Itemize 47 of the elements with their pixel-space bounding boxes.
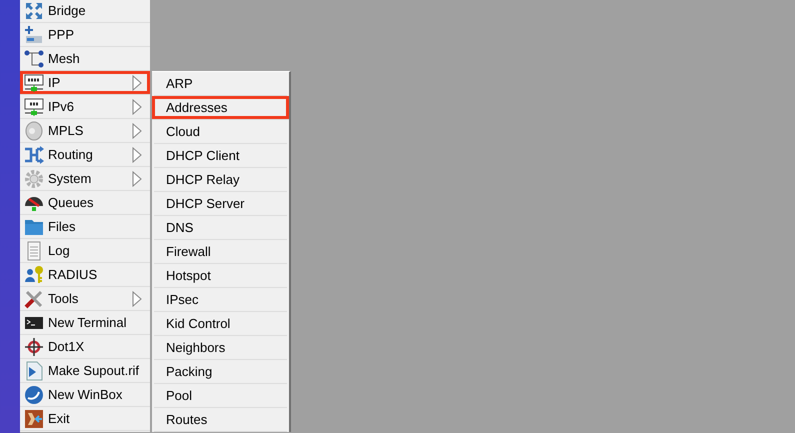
network-card-icon — [24, 72, 44, 92]
file-arrow-icon — [24, 360, 44, 380]
plus-card-icon — [24, 24, 44, 44]
menu-item[interactable]: Dot1X — [20, 335, 150, 359]
submenu-item[interactable]: ARP — [154, 72, 287, 96]
submenu-item[interactable]: Pool — [154, 384, 287, 408]
submenu-item[interactable]: Routes — [154, 408, 287, 432]
submenu-item[interactable]: Neighbors — [154, 336, 287, 360]
network-card-icon — [24, 96, 44, 116]
gear-icon — [24, 168, 44, 188]
submenu-item[interactable]: IPsec — [154, 288, 287, 312]
menu-item[interactable]: System — [20, 167, 150, 191]
nodes-icon — [24, 48, 44, 68]
menu-item[interactable]: New Terminal — [20, 311, 150, 335]
user-key-icon — [24, 264, 44, 284]
tools-icon — [24, 288, 44, 308]
submenu-item[interactable]: Addresses — [152, 96, 289, 120]
menu-item[interactable]: Files — [20, 215, 150, 239]
exit-icon — [24, 408, 44, 428]
menu-item[interactable]: New WinBox — [20, 383, 150, 407]
disc-icon — [24, 120, 44, 140]
menu-item[interactable]: Queues — [20, 191, 150, 215]
menu-item[interactable]: Exit — [20, 407, 150, 431]
menu-item[interactable]: Mesh — [20, 47, 150, 71]
menu-item[interactable]: RADIUS — [20, 263, 150, 287]
submenu-item[interactable]: Firewall — [154, 240, 287, 264]
submenu-item[interactable]: DHCP Relay — [154, 168, 287, 192]
submenu-item[interactable]: DNS — [154, 216, 287, 240]
globe-icon — [24, 384, 44, 404]
submenu-item[interactable]: Hotspot — [154, 264, 287, 288]
submenu-item[interactable]: DHCP Server — [154, 192, 287, 216]
menu-item[interactable]: PPP — [20, 23, 150, 47]
menu-item[interactable]: IP — [20, 71, 150, 95]
arrows-icon — [24, 0, 44, 20]
submenu-item[interactable]: Kid Control — [154, 312, 287, 336]
menu-item[interactable]: Log — [20, 239, 150, 263]
menu-item[interactable]: Make Supout.rif — [20, 359, 150, 383]
menu-item[interactable]: IPv6 — [20, 95, 150, 119]
submenu-item[interactable]: Cloud — [154, 120, 287, 144]
menu-item[interactable]: Bridge — [20, 0, 150, 23]
menu-item[interactable]: Routing — [20, 143, 150, 167]
submenu-item[interactable]: DHCP Client — [154, 144, 287, 168]
crosshair-icon — [24, 336, 44, 356]
route-arrows-icon — [24, 144, 44, 164]
menu-item[interactable]: Tools — [20, 287, 150, 311]
menu-item[interactable]: MPLS — [20, 119, 150, 143]
submenu-item[interactable]: Packing — [154, 360, 287, 384]
